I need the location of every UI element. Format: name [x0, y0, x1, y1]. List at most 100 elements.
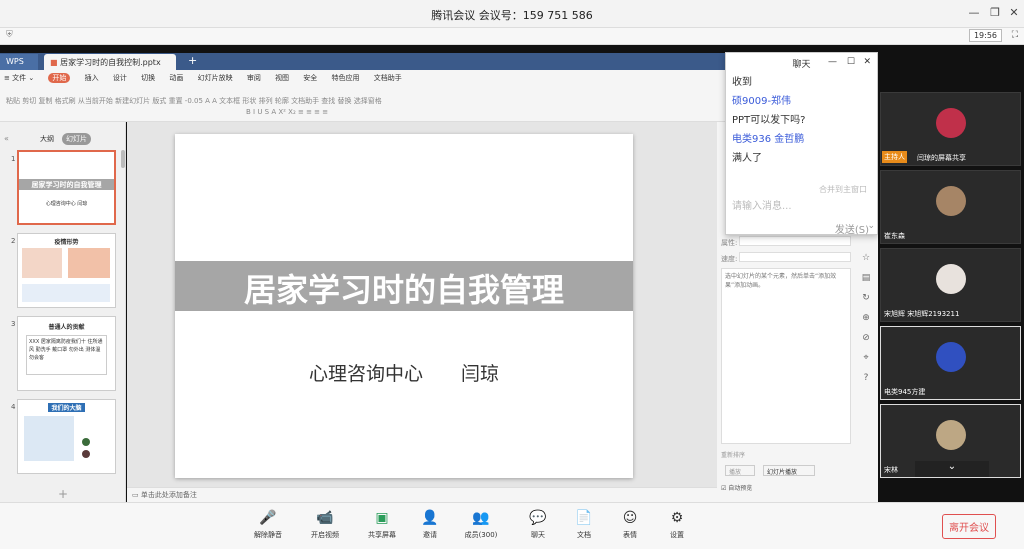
participant-name: 闫琼的屏幕共享 [917, 154, 966, 162]
settings-button[interactable]: ⚙ 设置 [657, 509, 697, 540]
avatar [936, 186, 966, 216]
video-tile[interactable]: 电类945方建 [880, 326, 1021, 400]
collapse-panel-icon[interactable]: « [4, 134, 9, 143]
auto-preview-label: 自动预览 [728, 485, 753, 492]
side-icon-column[interactable]: ☆ ▤ ↻ ⊕ ⊘ ⌖? [859, 248, 873, 388]
chat-message: PPT可以发下吗? [732, 115, 806, 126]
shield-icon[interactable]: ⛨ [6, 30, 13, 40]
chat-message: 满人了 [732, 153, 762, 164]
send-button[interactable]: 发送(S) [835, 221, 869, 236]
menu-item[interactable]: ≡ 文件 ⌄ [4, 73, 34, 83]
notes-placeholder: 单击此处添加备注 [140, 491, 197, 499]
toolbar-row-2[interactable]: B I U S A X² X₂ ≡ ≡ ≡ ≡ [246, 108, 328, 116]
slide-thumbnail-4[interactable]: 我们的大脑 [17, 399, 116, 474]
slide-subtitle[interactable]: 心理咨询中心 闫琼 [175, 359, 633, 386]
thumb-photo [82, 438, 90, 446]
menu-item[interactable]: 视图 [275, 73, 289, 83]
members-icon: 👥 [472, 510, 490, 526]
avatar [936, 108, 966, 138]
start-video-button[interactable]: 📹 开启视频 [305, 509, 345, 540]
speed-select[interactable] [739, 252, 851, 262]
settings-icon: ⚙ [670, 510, 684, 526]
slideshow-button[interactable]: 幻灯片播放 [763, 465, 815, 476]
ppt-file-icon: ■ [50, 58, 58, 67]
fullscreen-icon[interactable]: ⛶ [1012, 30, 1018, 40]
chat-input[interactable]: 请输入消息... [732, 197, 792, 212]
chat-title: 聊天 [792, 60, 811, 70]
slide-thumbnail-3[interactable]: 普通人的贡献 XXX 居家隔离防疫我们十 住所通风 勤洗手 戴口罩 勿外出 测体… [17, 316, 116, 391]
menu-item[interactable]: 安全 [303, 73, 317, 83]
invite-button[interactable]: 👤 邀请 [410, 509, 450, 540]
chevron-down-icon[interactable]: ⌄ [915, 461, 989, 477]
add-slide-button[interactable]: + [58, 487, 68, 501]
slide-title[interactable]: 居家学习时的自我管理 [175, 265, 633, 311]
current-slide[interactable]: 居家学习时的自我管理 心理咨询中心 闫琼 [175, 134, 633, 478]
maximize-icon[interactable]: ☐ [847, 57, 855, 67]
slide-thumbnail-1[interactable]: 居家学习时的自我管理 心理咨询中心 闫琼 [17, 150, 116, 225]
menu-item[interactable]: 设计 [113, 73, 127, 83]
restore-button[interactable]: ❐ [987, 6, 1003, 19]
thumb-title: 普通人的贡献 [48, 324, 85, 331]
file-tab[interactable]: ■ 居家学习时的自我控制.pptx [44, 54, 176, 70]
thumb-chart-image [22, 284, 110, 302]
meeting-toolbar: 🎤 解除静音 📹 开启视频 ▣ 共享屏幕 👤 邀请 👥 成员(300) 💬 聊天 📄 文档 ☺… [0, 502, 1024, 549]
menu-item[interactable]: 特色应用 [332, 73, 360, 83]
thumb-brain-image [24, 416, 74, 461]
merge-link[interactable]: 合并到主窗口 [819, 184, 867, 195]
menu-item[interactable]: 文档助手 [374, 73, 402, 83]
chevron-down-icon[interactable]: ⌄ [867, 221, 875, 231]
thumbnail-scrollbar[interactable] [121, 150, 125, 168]
unmute-button[interactable]: 🎤 解除静音 [248, 509, 288, 540]
video-tile[interactable]: 宋林 ⌄ [880, 404, 1021, 478]
leave-meeting-button[interactable]: 离开会议 [942, 514, 996, 539]
thumb-number: 4 [11, 403, 16, 411]
menu-item[interactable]: 审阅 [247, 73, 261, 83]
thumb-number: 3 [11, 320, 16, 328]
document-button[interactable]: 📄 文档 [564, 509, 604, 540]
property-select[interactable] [739, 236, 851, 246]
menu-item-active[interactable]: 开始 [48, 73, 71, 83]
slide-thumbnail-2[interactable]: 疫情形势 [17, 233, 116, 308]
minimize-icon[interactable]: — [828, 57, 837, 67]
slides-tab[interactable]: 幻灯片 [62, 133, 91, 145]
speed-label: 速度: [721, 255, 738, 263]
thumb-sub: XXX 居家隔离防疫我们十 住所通风 勤洗手 戴口罩 勿外出 测体温 勿会客 [26, 335, 107, 375]
notes-bar[interactable]: ▭ 单击此处添加备注 [127, 487, 725, 502]
play-button[interactable]: 播放 [725, 465, 755, 476]
menu-item[interactable]: 切换 [141, 73, 155, 83]
thumb-sub: 心理咨询中心 闫琼 [45, 201, 88, 207]
camera-off-icon: 📹 [316, 510, 334, 526]
new-tab-button[interactable]: + [182, 54, 203, 70]
share-screen-button[interactable]: ▣ 共享屏幕 [362, 509, 402, 540]
menu-item[interactable]: 动画 [169, 73, 183, 83]
video-tile[interactable]: 崔东森 [880, 170, 1021, 244]
video-tile[interactable]: 宋旭辉 宋旭辉2193211 [880, 248, 1021, 322]
chat-icon: 💬 [529, 510, 547, 526]
menu-bar: ≡ 文件 ⌄ 开始 插入 设计 切换 动画 幻灯片放映 审阅 视图 安全 特色应… [4, 73, 414, 85]
document-icon: 📄 [575, 510, 593, 526]
emoji-button[interactable]: ☺ 表情 [610, 509, 650, 540]
wps-app-tab[interactable]: WPS [0, 54, 38, 70]
menu-item[interactable]: 幻灯片放映 [198, 73, 233, 83]
emoji-icon: ☺ [622, 510, 638, 526]
members-button[interactable]: 👥 成员(300) [461, 509, 501, 540]
chat-button[interactable]: 💬 聊天 [518, 509, 558, 540]
video-tile[interactable]: 主持人 闫琼的屏幕共享 [880, 92, 1021, 166]
file-tab-label: 居家学习时的自我控制.pptx [60, 58, 161, 67]
participant-name: 宋旭辉 宋旭辉2193211 [884, 310, 960, 318]
thumb-title: 我们的大脑 [48, 403, 85, 412]
close-button[interactable]: ✕ [1006, 6, 1022, 19]
outline-tab[interactable]: 大纲 [40, 134, 54, 144]
meeting-clock: 19:56 [968, 29, 1002, 42]
auto-preview-checkbox[interactable]: ☑ 自动预览 [721, 483, 752, 492]
thumb-photo [82, 450, 90, 458]
reorder-label: 重新排序 [721, 452, 746, 459]
minimize-button[interactable]: — [966, 6, 982, 19]
toolbar-row-1[interactable]: 粘贴 剪切 复制 格式刷 从当前开始 新建幻灯片 版式 重置 -0.05 A A… [6, 96, 382, 106]
avatar [936, 342, 966, 372]
thumb-number: 2 [11, 237, 16, 245]
thumb-map-image [68, 248, 110, 278]
menu-item[interactable]: 插入 [85, 73, 99, 83]
screen-share-icon: ▣ [375, 510, 389, 526]
close-icon[interactable]: ✕ [863, 57, 871, 67]
